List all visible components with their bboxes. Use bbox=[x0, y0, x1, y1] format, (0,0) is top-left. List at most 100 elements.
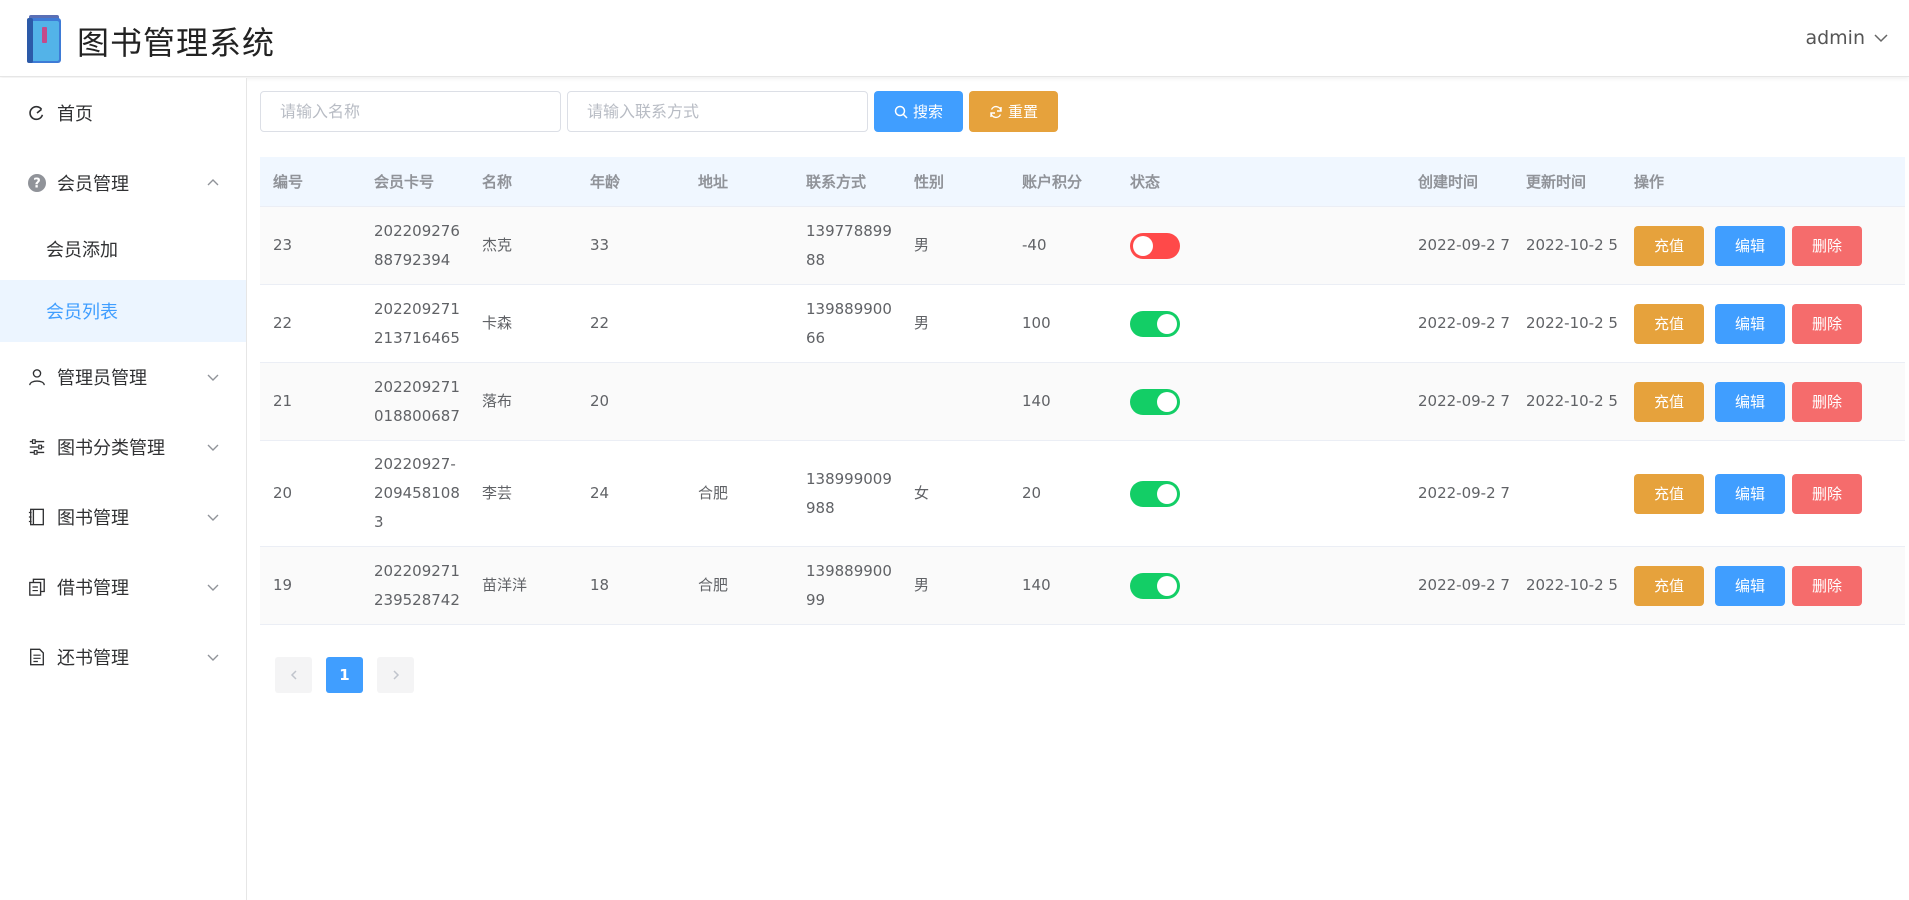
delete-button[interactable]: 删除 bbox=[1792, 473, 1862, 514]
next-page-button[interactable] bbox=[377, 657, 414, 693]
cell-created: 2022-09-2 7 bbox=[1418, 236, 1510, 254]
cell-points: 140 bbox=[1022, 576, 1051, 594]
page-number-button[interactable]: 1 bbox=[326, 657, 363, 693]
cell-gender: 男 bbox=[914, 576, 930, 594]
cell-id: 23 bbox=[273, 236, 293, 254]
edit-button[interactable]: 编辑 bbox=[1715, 303, 1785, 344]
status-switch[interactable] bbox=[1130, 388, 1180, 415]
cell-gender: 男 bbox=[914, 236, 930, 254]
sidebar-item-books[interactable]: 图书管理 bbox=[0, 482, 246, 552]
cell-status bbox=[1117, 310, 1405, 337]
sidebar-item-member-add[interactable]: 会员添加 bbox=[0, 218, 246, 280]
charge-button[interactable]: 充值 bbox=[1634, 473, 1704, 514]
column-header: 状态 bbox=[1130, 173, 1161, 191]
cell-card: 202209271 239528742 bbox=[374, 561, 460, 609]
row-actions: 充值 编辑 删除 bbox=[1634, 303, 1897, 344]
charge-button[interactable]: 充值 bbox=[1634, 225, 1704, 266]
delete-button[interactable]: 删除 bbox=[1792, 225, 1862, 266]
sidebar-item-member-list[interactable]: 会员列表 bbox=[0, 280, 246, 342]
notebook-icon bbox=[27, 507, 47, 527]
app-title: 图书管理系统 bbox=[77, 24, 276, 62]
cell-address: 合肥 bbox=[698, 484, 729, 502]
sidebar-item-label: 图书管理 bbox=[57, 508, 129, 529]
sidebar-item-label: 会员管理 bbox=[57, 174, 129, 195]
chevron-right-icon bbox=[392, 670, 399, 680]
row-actions: 充值 编辑 删除 bbox=[1634, 565, 1897, 606]
column-header: 创建时间 bbox=[1418, 173, 1479, 191]
cell-created: 2022-09-2 7 bbox=[1418, 576, 1510, 594]
delete-button[interactable]: 删除 bbox=[1792, 381, 1862, 422]
switch-knob bbox=[1157, 391, 1177, 412]
cell-name: 杰克 bbox=[482, 236, 513, 254]
search-button[interactable]: 搜索 bbox=[874, 91, 963, 132]
sidebar-item-member[interactable]: ? 会员管理 bbox=[0, 148, 246, 218]
name-search-input[interactable] bbox=[260, 91, 561, 132]
column-header: 年龄 bbox=[590, 173, 621, 191]
prev-page-button[interactable] bbox=[275, 657, 312, 693]
sidebar-item-admin[interactable]: 管理员管理 bbox=[0, 342, 246, 412]
cell-id: 19 bbox=[273, 576, 293, 594]
document-copy-icon bbox=[27, 577, 47, 597]
edit-button[interactable]: 编辑 bbox=[1715, 473, 1785, 514]
cell-points: 140 bbox=[1022, 392, 1051, 410]
cell-contact: 139778899 88 bbox=[806, 221, 892, 269]
chevron-left-icon bbox=[290, 670, 297, 680]
cell-card: 20220927- 209458108 3 bbox=[374, 455, 460, 531]
cell-name: 落布 bbox=[482, 392, 513, 410]
charge-button[interactable]: 充值 bbox=[1634, 303, 1704, 344]
switch-knob bbox=[1157, 575, 1177, 596]
status-switch[interactable] bbox=[1130, 572, 1180, 599]
search-bar: 搜索 重置 bbox=[260, 91, 1058, 132]
sidebar-item-return[interactable]: 还书管理 bbox=[0, 622, 246, 692]
sidebar-item-label: 还书管理 bbox=[57, 648, 129, 669]
edit-button[interactable]: 编辑 bbox=[1715, 225, 1785, 266]
cell-status bbox=[1117, 572, 1405, 599]
cell-points: -40 bbox=[1022, 236, 1047, 254]
row-actions: 充值 编辑 删除 bbox=[1634, 381, 1897, 422]
cell-id: 21 bbox=[273, 392, 293, 410]
cell-age: 20 bbox=[590, 392, 610, 410]
cell-created: 2022-09-2 7 bbox=[1418, 314, 1510, 332]
sidebar-item-book-category[interactable]: 图书分类管理 bbox=[0, 412, 246, 482]
row-actions: 充值 编辑 删除 bbox=[1634, 225, 1897, 266]
chevron-down-icon bbox=[207, 444, 219, 451]
cell-card: 202209271 018800687 bbox=[374, 377, 460, 425]
delete-button[interactable]: 删除 bbox=[1792, 303, 1862, 344]
app-header: 图书管理系统 admin bbox=[0, 0, 1909, 77]
edit-button[interactable]: 编辑 bbox=[1715, 565, 1785, 606]
search-icon bbox=[894, 105, 908, 119]
status-switch[interactable] bbox=[1130, 232, 1180, 259]
cell-updated: 2022-10-2 5 bbox=[1526, 576, 1618, 594]
charge-button[interactable]: 充值 bbox=[1634, 565, 1704, 606]
search-button-label: 搜索 bbox=[912, 103, 943, 121]
row-actions: 充值 编辑 删除 bbox=[1634, 473, 1897, 514]
contact-search-input[interactable] bbox=[567, 91, 868, 132]
delete-button[interactable]: 删除 bbox=[1792, 565, 1862, 606]
reset-button[interactable]: 重置 bbox=[969, 91, 1058, 132]
cell-id: 20 bbox=[273, 484, 293, 502]
edit-button[interactable]: 编辑 bbox=[1715, 381, 1785, 422]
status-switch[interactable] bbox=[1130, 310, 1180, 337]
member-table: 编号 会员卡号 名称 年龄 地址 联系方式 性别 账户积分 状态 创建时间 更新… bbox=[260, 157, 1905, 625]
table-row: 19 202209271 239528742 苗洋洋 18 合肥 139889900 99… bbox=[260, 547, 1905, 625]
charge-button[interactable]: 充值 bbox=[1634, 381, 1704, 422]
cell-actions: 充值 编辑 删除 bbox=[1621, 225, 1897, 266]
column-header: 会员卡号 bbox=[374, 173, 435, 191]
sidebar-item-home[interactable]: 首页 bbox=[0, 78, 246, 148]
chevron-down-icon bbox=[207, 374, 219, 381]
cell-gender: 男 bbox=[914, 314, 930, 332]
cell-age: 33 bbox=[590, 236, 610, 254]
sidebar-item-label: 图书分类管理 bbox=[57, 438, 165, 459]
chevron-down-icon bbox=[207, 584, 219, 591]
user-menu[interactable]: admin bbox=[1805, 27, 1889, 49]
sidebar-item-label: 首页 bbox=[57, 104, 93, 125]
reset-button-label: 重置 bbox=[1007, 103, 1038, 121]
sidebar-item-borrow[interactable]: 借书管理 bbox=[0, 552, 246, 622]
status-switch[interactable] bbox=[1130, 480, 1180, 507]
table-row: 23 202209276 88792394 杰克 33 139778899 88 男 -40… bbox=[260, 207, 1905, 285]
table-body: 23 202209276 88792394 杰克 33 139778899 88 男 -40… bbox=[260, 207, 1905, 625]
column-header: 地址 bbox=[698, 173, 729, 191]
cell-updated: 2022-10-2 5 bbox=[1526, 236, 1618, 254]
cell-updated: 2022-10-2 5 bbox=[1526, 314, 1618, 332]
cell-contact: 139889900 99 bbox=[806, 561, 892, 609]
